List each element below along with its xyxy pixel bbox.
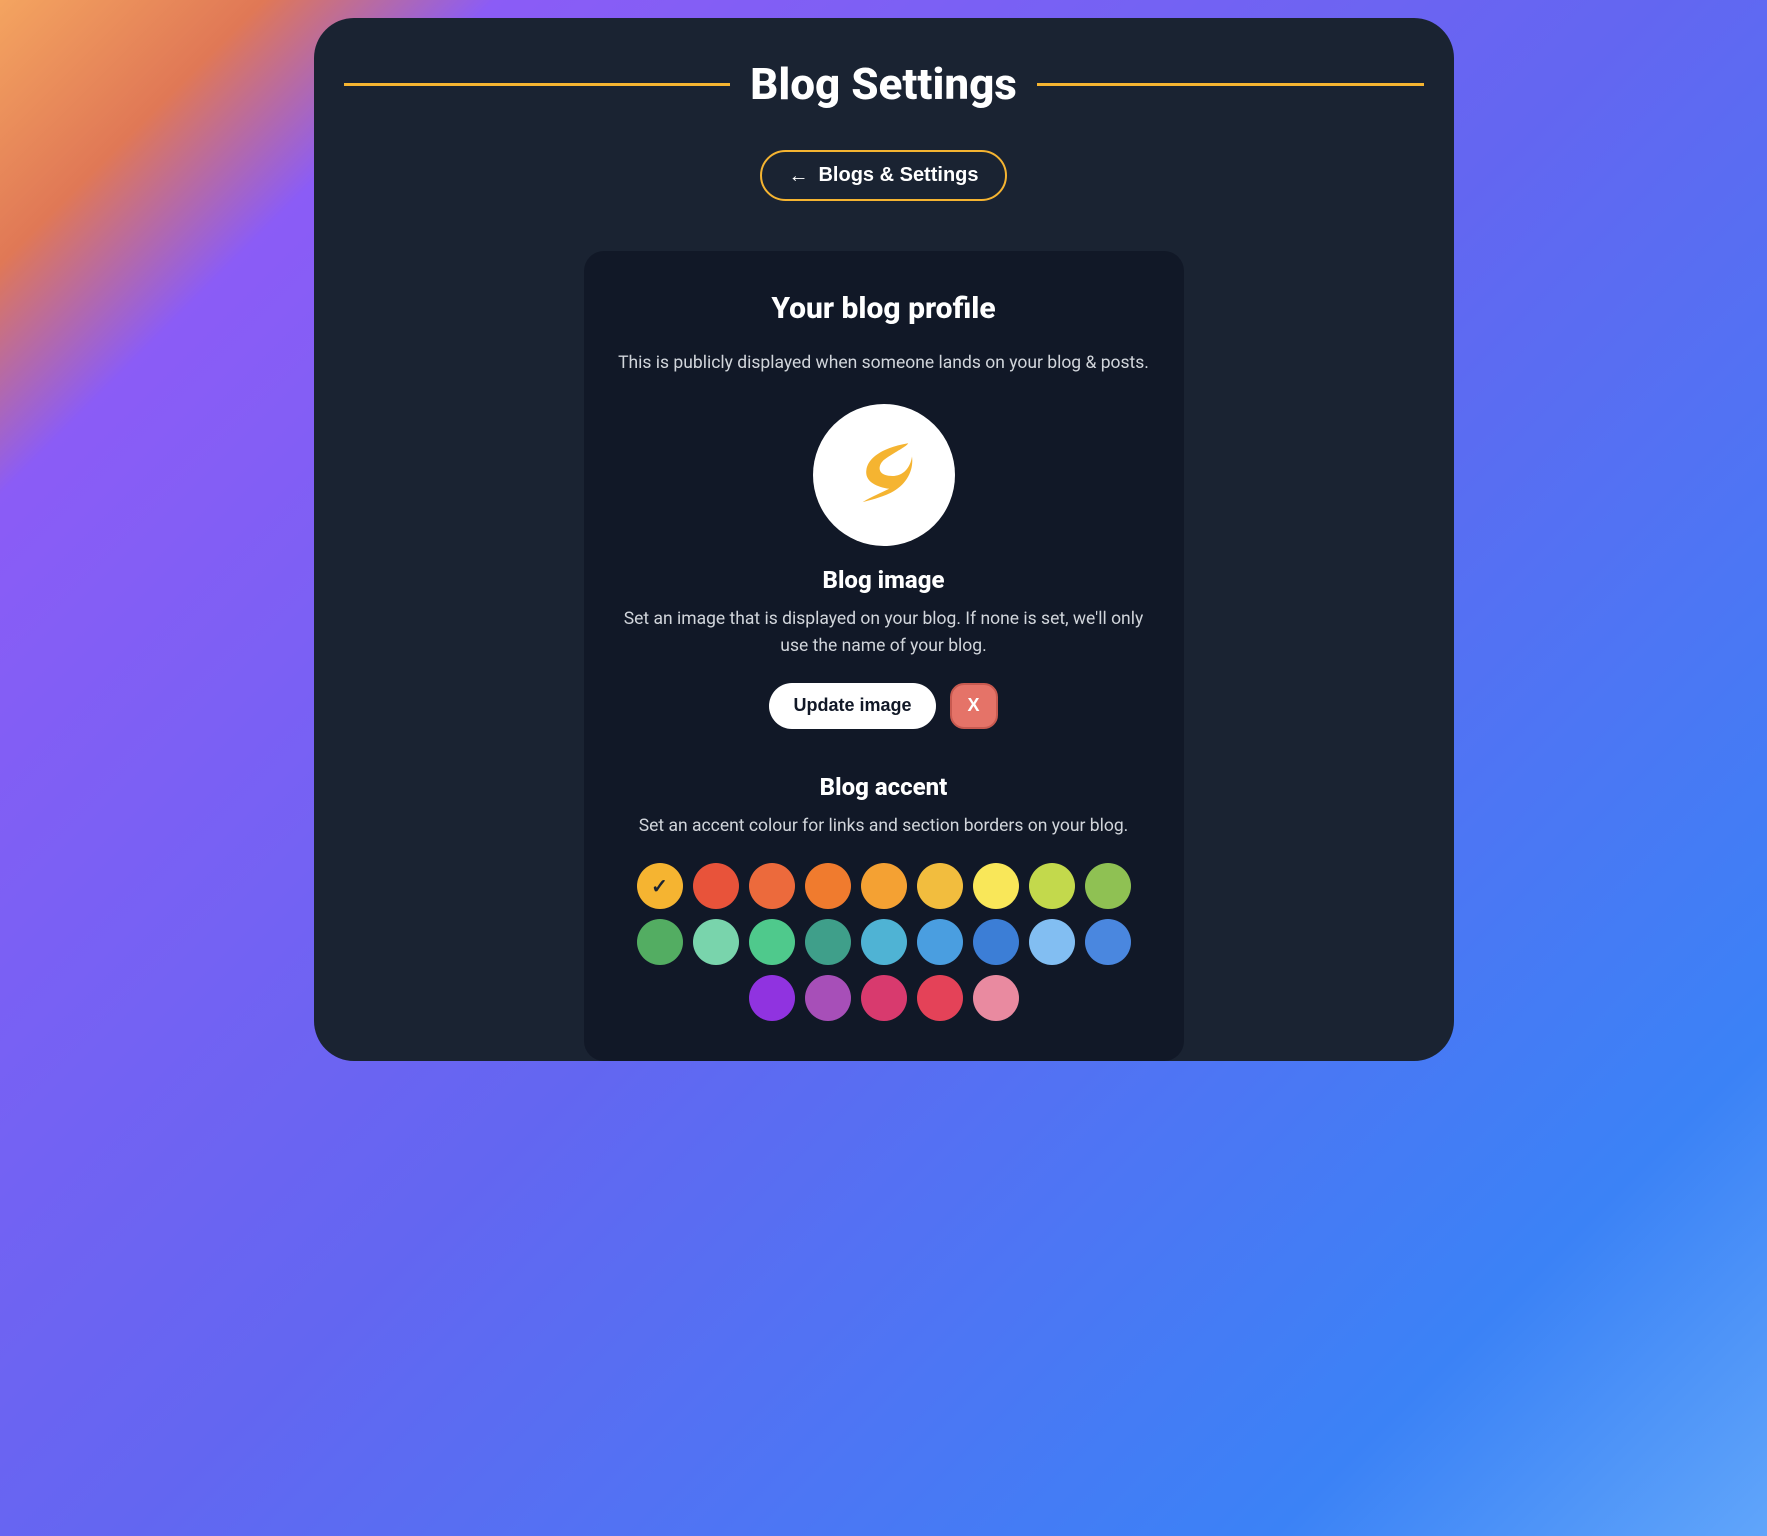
profile-card: Your blog profile This is publicly displ… bbox=[584, 251, 1184, 1061]
accent-swatch[interactable] bbox=[861, 919, 907, 965]
accent-swatch[interactable] bbox=[1029, 919, 1075, 965]
accent-swatch[interactable] bbox=[861, 975, 907, 1021]
image-button-row: Update image X bbox=[612, 683, 1156, 729]
accent-swatch[interactable] bbox=[973, 919, 1019, 965]
accent-swatch[interactable] bbox=[1085, 919, 1131, 965]
accent-swatch[interactable] bbox=[917, 863, 963, 909]
accent-swatch[interactable] bbox=[917, 975, 963, 1021]
accent-swatch[interactable] bbox=[973, 975, 1019, 1021]
back-button[interactable]: ← Blogs & Settings bbox=[760, 150, 1006, 201]
title-row: Blog Settings bbox=[344, 58, 1424, 110]
avatar-wrapper bbox=[612, 404, 1156, 546]
accent-swatch[interactable] bbox=[749, 975, 795, 1021]
image-description: Set an image that is displayed on your b… bbox=[612, 606, 1156, 659]
accent-swatch[interactable] bbox=[1085, 863, 1131, 909]
back-button-label: Blogs & Settings bbox=[818, 164, 978, 187]
accent-swatch[interactable] bbox=[693, 919, 739, 965]
accent-swatch-grid: ✓ bbox=[612, 863, 1156, 1021]
accent-swatch[interactable] bbox=[1029, 863, 1075, 909]
accent-swatch[interactable] bbox=[637, 919, 683, 965]
arrow-left-icon: ← bbox=[788, 166, 808, 186]
accent-swatch[interactable]: ✓ bbox=[637, 863, 683, 909]
profile-heading: Your blog profile bbox=[612, 291, 1156, 326]
accent-heading: Blog accent bbox=[612, 773, 1156, 801]
check-icon: ✓ bbox=[651, 874, 668, 899]
accent-description: Set an accent colour for links and secti… bbox=[612, 813, 1156, 839]
settings-card: Blog Settings ← Blogs & Settings Your bl… bbox=[314, 18, 1454, 1061]
accent-swatch[interactable] bbox=[749, 863, 795, 909]
accent-swatch[interactable] bbox=[749, 919, 795, 965]
accent-swatch[interactable] bbox=[805, 863, 851, 909]
update-image-button[interactable]: Update image bbox=[769, 683, 935, 729]
image-heading: Blog image bbox=[612, 566, 1156, 594]
blog-avatar bbox=[813, 404, 955, 546]
avatar-logo-icon bbox=[836, 428, 931, 523]
accent-swatch[interactable] bbox=[693, 863, 739, 909]
delete-image-button[interactable]: X bbox=[950, 683, 998, 729]
profile-description: This is publicly displayed when someone … bbox=[612, 350, 1156, 376]
back-button-container: ← Blogs & Settings bbox=[344, 150, 1424, 201]
accent-swatch[interactable] bbox=[805, 919, 851, 965]
page-title: Blog Settings bbox=[750, 58, 1017, 110]
title-line-left bbox=[344, 83, 731, 86]
accent-swatch[interactable] bbox=[973, 863, 1019, 909]
accent-swatch[interactable] bbox=[805, 975, 851, 1021]
accent-swatch[interactable] bbox=[917, 919, 963, 965]
accent-swatch[interactable] bbox=[861, 863, 907, 909]
title-line-right bbox=[1037, 83, 1424, 86]
